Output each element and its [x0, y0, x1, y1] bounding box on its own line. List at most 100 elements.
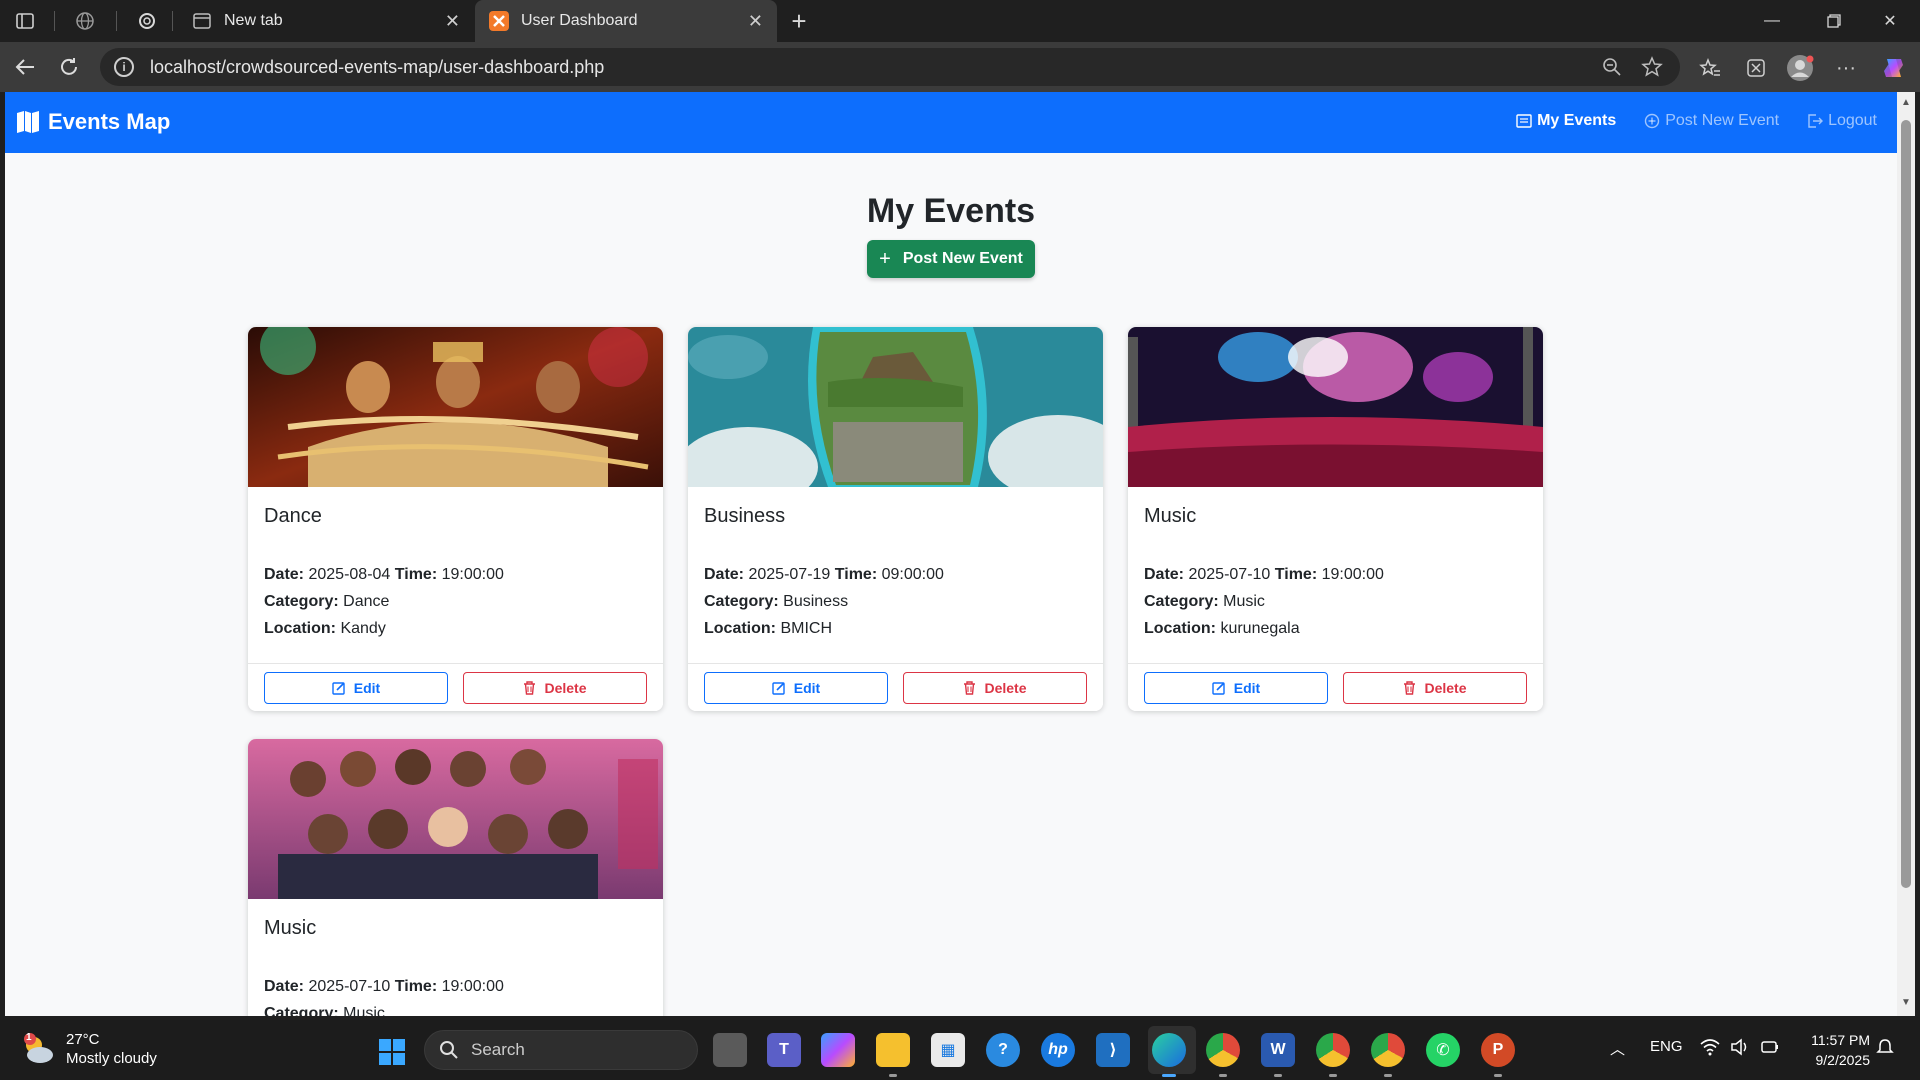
trash-icon	[524, 680, 536, 695]
chevron-up-icon[interactable]: ︿	[1610, 1038, 1625, 1059]
nav-label: Logout	[1828, 112, 1877, 129]
tab-user-dashboard[interactable]: User Dashboard ✕	[475, 0, 777, 42]
logout-icon	[1808, 114, 1824, 128]
event-card: Music Date: 2025-07-10 Time: 19:00:00 Ca…	[248, 739, 663, 1016]
chrome-profile-icon[interactable]	[1316, 1033, 1350, 1077]
event-image	[1128, 327, 1543, 487]
favorites-icon[interactable]	[1696, 54, 1724, 82]
edit-button[interactable]: Edit	[1144, 671, 1328, 704]
brand-link[interactable]: Events Map	[16, 109, 170, 135]
delete-button[interactable]: Delete	[903, 671, 1087, 704]
copilot-app-icon[interactable]	[821, 1033, 855, 1067]
delete-button[interactable]: Delete	[1343, 671, 1527, 704]
event-image	[248, 739, 663, 899]
back-arrow-icon[interactable]	[12, 54, 38, 80]
system-clock[interactable]: 11:57 PM 9/2/2025	[1800, 1030, 1870, 1070]
brand-text: Events Map	[48, 109, 171, 134]
edit-button[interactable]: Edit	[264, 671, 448, 704]
close-icon[interactable]: ✕	[748, 11, 763, 32]
hp-icon[interactable]: hp	[1041, 1033, 1075, 1067]
page-title: My Events	[866, 192, 1036, 230]
word-icon[interactable]: W	[1261, 1033, 1295, 1077]
language-indicator[interactable]: ENG	[1650, 1038, 1683, 1055]
notifications-icon[interactable]	[1876, 1038, 1894, 1060]
page-viewport: Events Map My Events Post New Event Logo…	[5, 92, 1897, 1016]
scrollbar-thumb[interactable]	[1901, 120, 1911, 888]
window-close-icon[interactable]: ✕	[1862, 0, 1918, 42]
scroll-up-icon[interactable]: ▲	[1901, 98, 1911, 108]
new-tab-icon	[192, 11, 212, 31]
favorite-star-icon[interactable]	[1640, 55, 1664, 79]
event-date-time: Date: 2025-08-04 Time: 19:00:00	[264, 566, 504, 583]
nav-label: My Events	[1537, 112, 1617, 129]
globe-icon[interactable]	[72, 8, 98, 34]
task-view-icon[interactable]	[713, 1033, 747, 1067]
event-location: Location: kurunegala	[1144, 620, 1300, 637]
extensions-icon[interactable]	[1742, 54, 1770, 82]
nav-logout[interactable]: Logout	[1807, 112, 1877, 130]
clock-time: 11:57 PM	[1811, 1032, 1870, 1048]
newspaper-icon	[1516, 114, 1532, 128]
search-placeholder: Search	[471, 1040, 525, 1059]
refresh-icon[interactable]	[56, 54, 82, 80]
top-navbar: Events Map My Events Post New Event Logo…	[5, 92, 1897, 153]
delete-button[interactable]: Delete	[463, 671, 647, 704]
battery-icon[interactable]	[1760, 1038, 1780, 1060]
event-date-time: Date: 2025-07-19 Time: 09:00:00	[704, 566, 944, 583]
chrome-profile-2-icon[interactable]	[1371, 1033, 1405, 1077]
weather-widget[interactable]: 1 27°C Mostly cloudy	[20, 1030, 157, 1068]
microsoft-store-icon[interactable]: ▦	[931, 1033, 965, 1067]
event-location: Location: BMICH	[704, 620, 833, 637]
wifi-icon[interactable]	[1700, 1038, 1720, 1060]
cloudy-weather-icon: 1	[20, 1031, 56, 1067]
event-image	[248, 327, 663, 487]
post-new-event-button[interactable]: + Post New Event	[867, 240, 1035, 278]
browser-toolbar: i localhost/crowdsourced-events-map/user…	[0, 42, 1920, 92]
zoom-icon[interactable]	[1600, 55, 1624, 79]
tab-title: New tab	[224, 12, 283, 29]
url-text[interactable]: localhost/crowdsourced-events-map/user-d…	[150, 57, 1600, 78]
vscode-icon[interactable]: ⟩	[1096, 1033, 1130, 1067]
chrome-icon[interactable]	[1206, 1033, 1240, 1077]
edit-icon	[1212, 681, 1225, 695]
restore-icon[interactable]	[1806, 0, 1862, 42]
help-icon[interactable]: ?	[986, 1033, 1020, 1067]
map-icon	[17, 111, 39, 133]
volume-icon[interactable]	[1730, 1038, 1750, 1060]
nav-my-events[interactable]: My Events	[1516, 112, 1616, 130]
tab-new-tab[interactable]: New tab ✕	[178, 0, 474, 42]
tab-title: User Dashboard	[521, 12, 638, 29]
sidebar-toggle-icon[interactable]	[12, 8, 38, 34]
address-bar[interactable]: i localhost/crowdsourced-events-map/user…	[100, 48, 1680, 86]
close-icon[interactable]: ✕	[445, 11, 460, 32]
edit-button[interactable]: Edit	[704, 671, 888, 704]
trash-icon	[964, 680, 976, 695]
profile-avatar-icon[interactable]	[1786, 54, 1814, 82]
more-menu-icon[interactable]: ···	[1832, 54, 1860, 82]
browser-tab-bar: New tab ✕ User Dashboard ✕ + — ✕	[0, 0, 1920, 42]
openai-icon[interactable]	[134, 8, 160, 34]
powerpoint-icon[interactable]: P	[1481, 1033, 1515, 1077]
minimize-icon[interactable]: —	[1744, 0, 1800, 42]
copilot-icon[interactable]	[1880, 54, 1908, 82]
event-location: Location: Kandy	[264, 620, 386, 637]
taskbar-search[interactable]: Search	[424, 1030, 698, 1070]
nav-post-new-event[interactable]: Post New Event	[1644, 112, 1779, 130]
file-explorer-icon[interactable]	[876, 1033, 910, 1077]
teams-icon[interactable]: T	[767, 1033, 801, 1067]
page-scrollbar[interactable]: ▲ ▼	[1897, 92, 1915, 1016]
windows-start-icon[interactable]	[378, 1038, 406, 1071]
event-date-time: Date: 2025-07-10 Time: 19:00:00	[264, 978, 504, 995]
site-info-icon[interactable]: i	[114, 57, 134, 77]
new-tab-button[interactable]: +	[784, 6, 814, 36]
event-category: Category: Music	[1144, 593, 1265, 610]
event-title: Music	[264, 917, 317, 939]
plus-icon: +	[879, 247, 891, 270]
trash-icon	[1404, 680, 1416, 695]
whatsapp-icon[interactable]: ✆	[1426, 1033, 1460, 1067]
edit-icon	[332, 681, 345, 695]
edge-icon[interactable]	[1152, 1033, 1186, 1077]
scroll-down-icon[interactable]: ▼	[1901, 998, 1911, 1008]
event-date-time: Date: 2025-07-10 Time: 19:00:00	[1144, 566, 1384, 583]
nav-label: Post New Event	[1665, 112, 1780, 129]
